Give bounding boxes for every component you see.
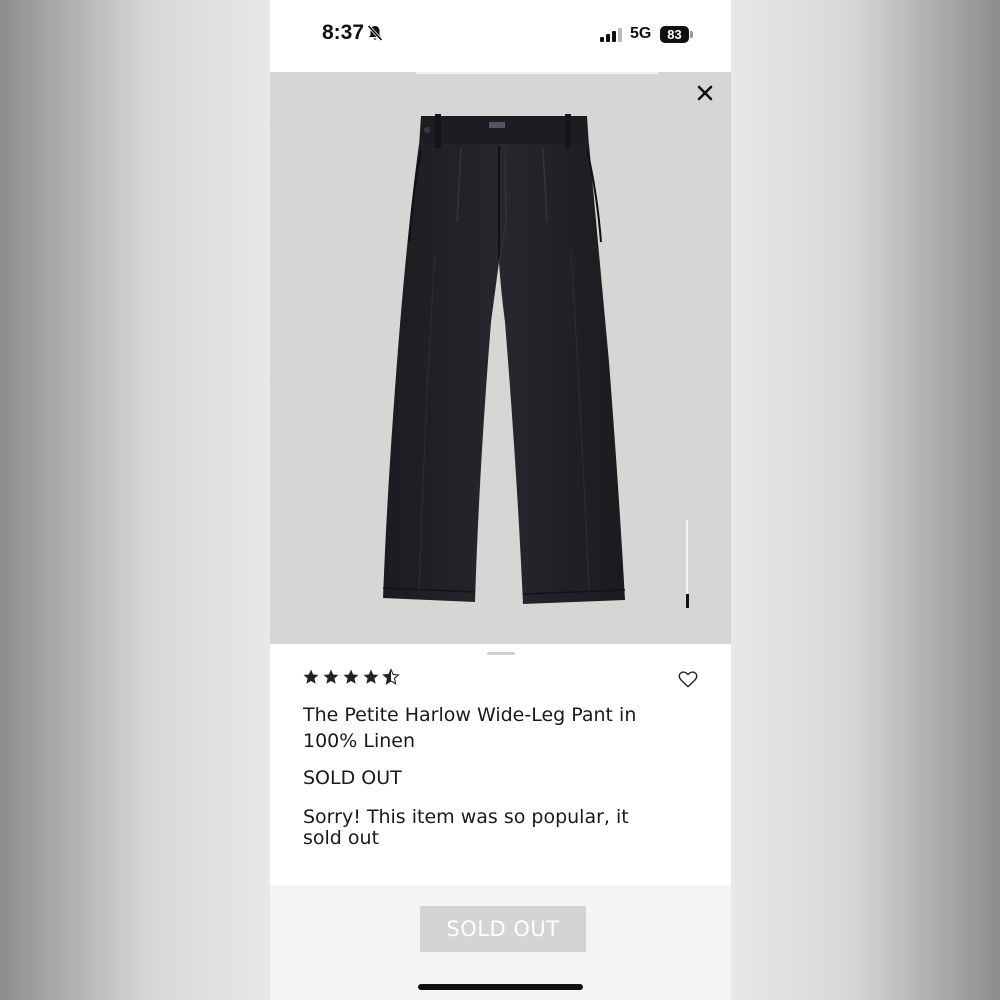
battery-level: 83 <box>660 26 689 43</box>
availability-status: SOLD OUT <box>303 767 402 789</box>
product-title: The Petite Harlow Wide-Leg Pant in 100% … <box>303 704 637 752</box>
phone-screen: 8:37 5G 83 The Petite Harlow Wide-Leg Pa… <box>270 0 731 1000</box>
wide-leg-pant-image[interactable] <box>375 112 635 608</box>
star-icon <box>363 669 379 684</box>
star-rating[interactable] <box>302 668 400 690</box>
battery-cap <box>690 31 693 38</box>
status-time: 8:37 <box>322 21 365 44</box>
bell-slash-icon <box>367 24 383 42</box>
heart-icon[interactable] <box>677 668 699 690</box>
battery-icon: 83 <box>660 26 694 44</box>
half-star-icon <box>382 668 400 685</box>
action-footer: SOLD OUT <box>270 885 731 1000</box>
star-icon <box>343 669 359 684</box>
home-indicator <box>418 984 583 990</box>
product-image-area[interactable] <box>270 72 731 644</box>
network-type: 5G <box>630 25 652 42</box>
star-icon <box>303 669 319 684</box>
sold-out-button[interactable]: SOLD OUT <box>420 906 586 952</box>
image-scroll-thumb[interactable] <box>686 594 689 608</box>
star-icon <box>323 669 339 684</box>
sold-out-message: Sorry! This item was so popular, it sold… <box>303 806 629 849</box>
close-icon[interactable] <box>694 82 716 104</box>
sheet-top-line <box>416 72 658 74</box>
signal-icon <box>600 28 622 42</box>
status-bar: 8:37 5G 83 <box>270 0 731 72</box>
sheet-handle[interactable] <box>487 652 515 655</box>
